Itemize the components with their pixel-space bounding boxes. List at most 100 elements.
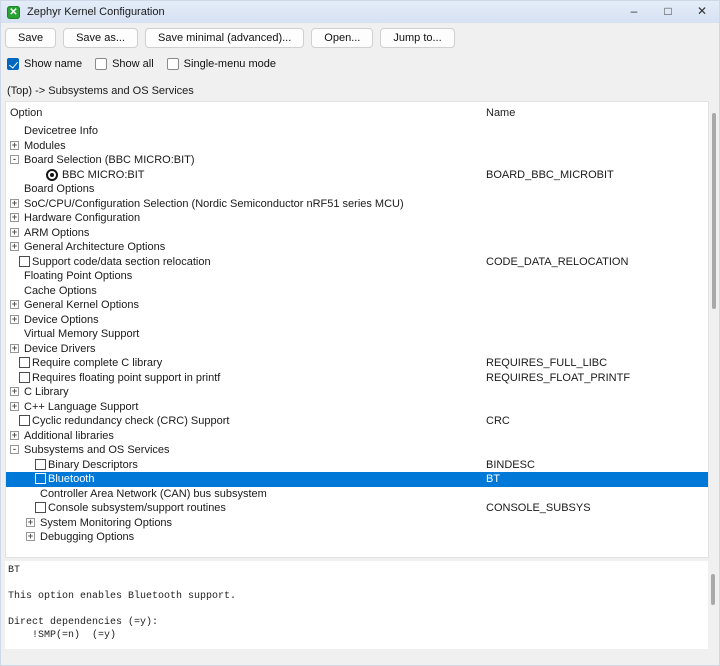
tree-row[interactable]: +Modules (6, 139, 708, 154)
tree-row[interactable]: + Device Drivers (6, 342, 708, 357)
tree-row-label: Console subsystem/support routines (48, 502, 226, 514)
tree-row[interactable]: Requires floating point support in print… (6, 371, 708, 386)
tree-row[interactable]: + General Kernel Options (6, 298, 708, 313)
option-checkbox-show-name[interactable]: Show name (7, 58, 82, 70)
tree-row[interactable]: + C++ Language Support (6, 400, 708, 415)
option-checkbox-show-all[interactable]: Show all (95, 58, 154, 70)
tree-row-label: Device Drivers (24, 343, 96, 355)
tree-scrollbar[interactable] (711, 101, 718, 558)
expand-icon[interactable]: + (26, 532, 35, 541)
collapse-icon[interactable]: - (10, 445, 19, 454)
tree-row[interactable]: + ARM Options (6, 226, 708, 241)
window-controls: – □ ✕ (617, 1, 719, 23)
column-header-option[interactable]: Option (10, 107, 42, 119)
tree-row[interactable]: Cache Options (6, 284, 708, 299)
jump-to-button[interactable]: Jump to... (380, 28, 454, 48)
checkbox-icon[interactable] (7, 58, 19, 70)
tree-row[interactable]: + Device Options (6, 313, 708, 328)
tree-row[interactable]: Binary Descriptors BINDESC (6, 458, 708, 473)
expand-icon[interactable]: + (10, 402, 19, 411)
tree-row-label: Board Options (24, 183, 94, 195)
tree-row-label: C++ Language Support (24, 401, 138, 413)
tree-row-label: Cyclic redundancy check (CRC) Support (32, 415, 229, 427)
tree-row[interactable]: Virtual Memory Support (6, 327, 708, 342)
maximize-icon[interactable]: □ (651, 1, 685, 23)
tree-row-label: Board Selection (BBC MICRO:BIT) (24, 154, 195, 166)
expand-icon[interactable]: + (10, 387, 19, 396)
tree-row[interactable]: Floating Point Options (6, 269, 708, 284)
tree-row[interactable]: + Debugging Options (6, 530, 708, 545)
checkbox-icon[interactable] (19, 415, 30, 426)
tree-row[interactable]: Devicetree Info (6, 124, 708, 139)
tree-row[interactable]: Cyclic redundancy check (CRC) Support CRC (6, 414, 708, 429)
tree-row[interactable]: + SoC/CPU/Configuration Selection (Nordic… (6, 197, 708, 212)
help-scrollbar[interactable] (710, 561, 717, 649)
config-tree: Option Name Devicetree Info+Modules-Boar… (5, 101, 709, 558)
app-window: ✕ Zephyr Kernel Configuration – □ ✕ Save… (0, 0, 720, 666)
save-button[interactable]: Save (5, 28, 56, 48)
checkbox-icon[interactable] (19, 372, 30, 383)
collapse-icon[interactable]: - (10, 155, 19, 164)
tree-row[interactable]: +Hardware Configuration (6, 211, 708, 226)
save-minimal-button[interactable]: Save minimal (advanced)... (145, 28, 304, 48)
option-checkbox-label: Show name (24, 58, 82, 70)
save-as-button[interactable]: Save as... (63, 28, 138, 48)
tree-row-symbol-name: BOARD_BBC_MICROBIT (486, 169, 614, 181)
expand-icon[interactable]: + (10, 141, 19, 150)
expand-icon[interactable]: + (10, 431, 19, 440)
help-scrollbar-thumb[interactable] (711, 574, 715, 605)
checkbox-icon[interactable] (19, 256, 30, 267)
checkbox-icon[interactable] (35, 459, 46, 470)
checkbox-icon[interactable] (19, 357, 30, 368)
tree-row-symbol-name: CRC (486, 415, 510, 427)
expand-icon[interactable]: + (26, 518, 35, 527)
expand-icon[interactable]: + (10, 228, 19, 237)
tree-row-label: Virtual Memory Support (24, 328, 139, 340)
tree-row-label: Binary Descriptors (48, 459, 138, 471)
minimize-icon[interactable]: – (617, 1, 651, 23)
checkbox-icon[interactable] (167, 58, 179, 70)
breadcrumb: (Top) -> Subsystems and OS Services (7, 85, 194, 97)
tree-row-label: Subsystems and OS Services (24, 444, 170, 456)
tree-row[interactable]: BBC MICRO:BITBOARD_BBC_MICROBIT (6, 168, 708, 183)
checkbox-icon[interactable] (35, 473, 46, 484)
tree-header: Option Name (6, 102, 708, 124)
tree-row[interactable]: +C Library (6, 385, 708, 400)
checkbox-icon[interactable] (95, 58, 107, 70)
radio-selected-icon[interactable] (46, 169, 58, 181)
tree-row-label: General Kernel Options (24, 299, 139, 311)
expand-icon[interactable]: + (10, 199, 19, 208)
tree-row-label: Support code/data section relocation (32, 256, 211, 268)
expand-icon[interactable]: + (10, 344, 19, 353)
tree-row[interactable]: +System Monitoring Options (6, 516, 708, 531)
tree-row-label: SoC/CPU/Configuration Selection (Nordic … (24, 198, 404, 210)
tree-row[interactable]: BluetoothBT (6, 472, 708, 487)
tree-row-label: Requires floating point support in print… (32, 372, 220, 384)
tree-row[interactable]: Require complete C libraryREQUIRES_FULL_… (6, 356, 708, 371)
tree-row[interactable]: -Board Selection (BBC MICRO:BIT) (6, 153, 708, 168)
tree-row[interactable]: Console subsystem/support routinesCONSOL… (6, 501, 708, 516)
tree-row[interactable]: Controller Area Network (CAN) bus subsys… (6, 487, 708, 502)
close-icon[interactable]: ✕ (685, 1, 719, 23)
tree-row-label: ARM Options (24, 227, 89, 239)
open-button[interactable]: Open... (311, 28, 373, 48)
option-checkbox-single-menu-mode[interactable]: Single-menu mode (167, 58, 276, 70)
expand-icon[interactable]: + (10, 315, 19, 324)
tree-row[interactable]: +General Architecture Options (6, 240, 708, 255)
tree-row-label: Device Options (24, 314, 99, 326)
tree-row[interactable]: -Subsystems and OS Services (6, 443, 708, 458)
tree-row-label: Debugging Options (40, 531, 134, 543)
tree-row-label: Floating Point Options (24, 270, 132, 282)
tree-scrollbar-thumb[interactable] (712, 113, 716, 309)
tree-row-symbol-name: BINDESC (486, 459, 535, 471)
column-header-name[interactable]: Name (486, 107, 515, 119)
expand-icon[interactable]: + (10, 242, 19, 251)
checkbox-icon[interactable] (35, 502, 46, 513)
tree-row-label: Cache Options (24, 285, 97, 297)
tree-row-symbol-name: REQUIRES_FLOAT_PRINTF (486, 372, 630, 384)
tree-row[interactable]: +Additional libraries (6, 429, 708, 444)
tree-row[interactable]: Support code/data section relocationCODE… (6, 255, 708, 270)
expand-icon[interactable]: + (10, 300, 19, 309)
tree-row[interactable]: Board Options (6, 182, 708, 197)
expand-icon[interactable]: + (10, 213, 19, 222)
